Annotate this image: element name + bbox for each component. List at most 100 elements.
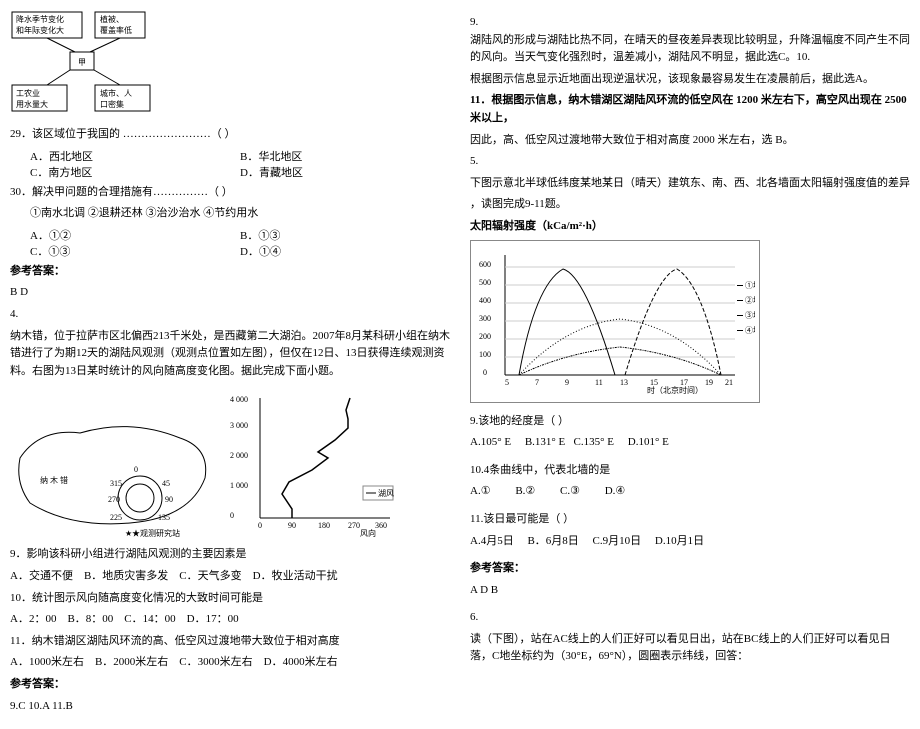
q9-b: B．地质灾害多发 (84, 570, 168, 582)
svg-text:0: 0 (258, 521, 262, 530)
svg-text:纳 木 错: 纳 木 错 (40, 475, 68, 485)
svg-text:时（北京时间）: 时（北京时间） (647, 385, 703, 395)
section-5: 5. (470, 153, 910, 171)
svg-text:④墙: ④墙 (745, 325, 755, 335)
exp-11a: 11．根据图示信息，纳木错湖区湖陆风环流的低空风在 1200 米左右下，高空风出… (470, 92, 910, 127)
rq10-b: B.② (515, 485, 535, 497)
rq10-stem: 10.4条曲线中，代表北墙的是 (470, 462, 910, 480)
svg-text:270: 270 (348, 521, 360, 530)
svg-text:降水季节变化: 降水季节变化 (16, 14, 64, 24)
q30-opts: ①南水北调 ②退耕还林 ③治沙治水 ④节约用水 (10, 205, 450, 223)
svg-text:45: 45 (162, 479, 170, 488)
svg-text:②墙: ②墙 (745, 295, 755, 305)
q11-stem: 11．纳木错湖区湖陆风环流的高、低空风过渡地带大致位于相对高度 (10, 633, 450, 651)
svg-text:2 000: 2 000 (230, 451, 248, 460)
q11-a: A．1000米左右 (10, 656, 84, 668)
svg-text:0: 0 (134, 465, 138, 474)
rq9-a: A.105° E (470, 436, 511, 448)
radiation-chart: 0100200 300400500600 579 111315 171921 时… (470, 240, 760, 403)
q9-c: C．天气多变 (179, 570, 241, 582)
q11-c: C．3000米左右 (179, 656, 252, 668)
exp-10: 根据图示信息显示近地面出现逆温状况，该现象最容易发生在凌晨前后，据此选A。 (470, 71, 910, 89)
passage-3: 读（下图），站在AC线上的人们正好可以看见日出，站在BC线上的人们正好可以看见日… (470, 631, 910, 666)
svg-text:0: 0 (483, 368, 487, 377)
passage-2b: ，读图完成9-11题。 (470, 196, 910, 214)
svg-text:4 000: 4 000 (230, 395, 248, 404)
svg-text:用水量大: 用水量大 (16, 99, 48, 109)
rq9-stem: 9.该地的经度是（ ） (470, 413, 910, 431)
svg-text:①墙: ①墙 (745, 280, 755, 290)
passage-1: 纳木错，位于拉萨市区北偏西213千米处，是西藏第二大湖泊。2007年8月某科研小… (10, 328, 450, 381)
answer-body-3: A D B (470, 582, 910, 600)
q30-d: D．①④ (240, 243, 450, 259)
q10-d: D．17：00 (187, 613, 239, 625)
svg-text:400: 400 (479, 296, 491, 305)
q11-b: B．2000米左右 (95, 656, 168, 668)
rq11-stem: 11.该日最可能是（ ） (470, 511, 910, 529)
svg-text:9: 9 (565, 378, 569, 387)
svg-text:135: 135 (158, 513, 170, 522)
svg-text:225: 225 (110, 513, 122, 522)
q30-stem: 30．解决甲问题的合理措施有……………（ ） (10, 184, 450, 202)
svg-text:7: 7 (535, 378, 539, 387)
svg-text:19: 19 (705, 378, 713, 387)
svg-text:口密集: 口密集 (100, 99, 124, 109)
passage-2a: 下图示意北半球低纬度某地某日（晴天）建筑东、南、西、北各墙面太阳辐射强度值的差异 (470, 175, 910, 193)
svg-text:工农业: 工农业 (16, 88, 40, 98)
svg-text:城市、人: 城市、人 (100, 88, 132, 98)
q10-c: C．14：00 (124, 613, 175, 625)
svg-text:90: 90 (288, 521, 296, 530)
answer-body-2: 9.C 10.A 11.B (10, 698, 450, 716)
q10-stem: 10．统计图示风向随高度变化情况的大致时间可能是 (10, 590, 450, 608)
svg-text:甲: 甲 (78, 58, 86, 67)
svg-text:600: 600 (479, 260, 491, 269)
q29-c: C．南方地区 (30, 164, 240, 180)
rq10-a: A.① (470, 485, 491, 497)
q30-b: B．①③ (240, 227, 450, 243)
q29-stem: 29．该区域位于我国的 ……………………（ ） (10, 126, 450, 144)
svg-text:植被、: 植被、 (100, 14, 124, 24)
svg-text:13: 13 (620, 378, 628, 387)
svg-text:300: 300 (479, 314, 491, 323)
svg-text:21: 21 (725, 378, 733, 387)
svg-text:湖风: 湖风 (378, 489, 394, 498)
section-4: 4. (10, 306, 450, 324)
section-6: 6. (470, 609, 910, 627)
q11-d: D．4000米左右 (264, 656, 338, 668)
answer-header-3: 参考答案： (470, 560, 910, 578)
q9-d: D．牧业活动干扰 (253, 570, 338, 582)
svg-text:风向: 风向 (360, 528, 376, 538)
svg-text:100: 100 (479, 350, 491, 359)
answer-header-2: 参考答案： (10, 676, 450, 694)
svg-text:0: 0 (230, 511, 234, 520)
q29-a: A．西北地区 (30, 148, 240, 164)
map-figure: 纳 木 错 0 45 90 135 315 270 225 ★ ★观测研究站 (10, 408, 220, 538)
height-chart: 0 1 000 2 000 3 000 4 000 0 90 180 270 3… (230, 388, 400, 538)
svg-text:覆盖率低: 覆盖率低 (100, 25, 132, 35)
q9-a: A．交通不便 (10, 570, 73, 582)
chart2-title: 太阳辐射强度（kCa/m²·h） (470, 218, 910, 236)
rq11-a: A.4月5日 (470, 535, 514, 547)
svg-text:和年际变化大: 和年际变化大 (16, 25, 64, 35)
answer-header-1: 参考答案： (10, 263, 450, 281)
svg-text:3 000: 3 000 (230, 421, 248, 430)
q29-d: D．青藏地区 (240, 164, 450, 180)
rq9-d: D.101° E (628, 436, 669, 448)
rq10-c: C.③ (560, 485, 580, 497)
rq11-c: C.9月10日 (593, 535, 642, 547)
rq10-d: D.④ (605, 485, 626, 497)
svg-text:180: 180 (318, 521, 330, 530)
q10-a: A．2：00 (10, 613, 56, 625)
svg-text:360: 360 (375, 521, 387, 530)
q29-b: B．华北地区 (240, 148, 450, 164)
svg-text:90: 90 (165, 495, 173, 504)
q30-c: C．①③ (30, 243, 240, 259)
svg-text:315: 315 (110, 479, 122, 488)
svg-text:③墙: ③墙 (745, 310, 755, 320)
q10-b: B．8：00 (67, 613, 113, 625)
q30-a: A．①② (30, 227, 240, 243)
svg-text:5: 5 (505, 378, 509, 387)
svg-text:200: 200 (479, 332, 491, 341)
q9-stem: 9．影响该科研小组进行湖陆风观测的主要因素是 (10, 546, 450, 564)
answer-bd: B D (10, 284, 450, 302)
